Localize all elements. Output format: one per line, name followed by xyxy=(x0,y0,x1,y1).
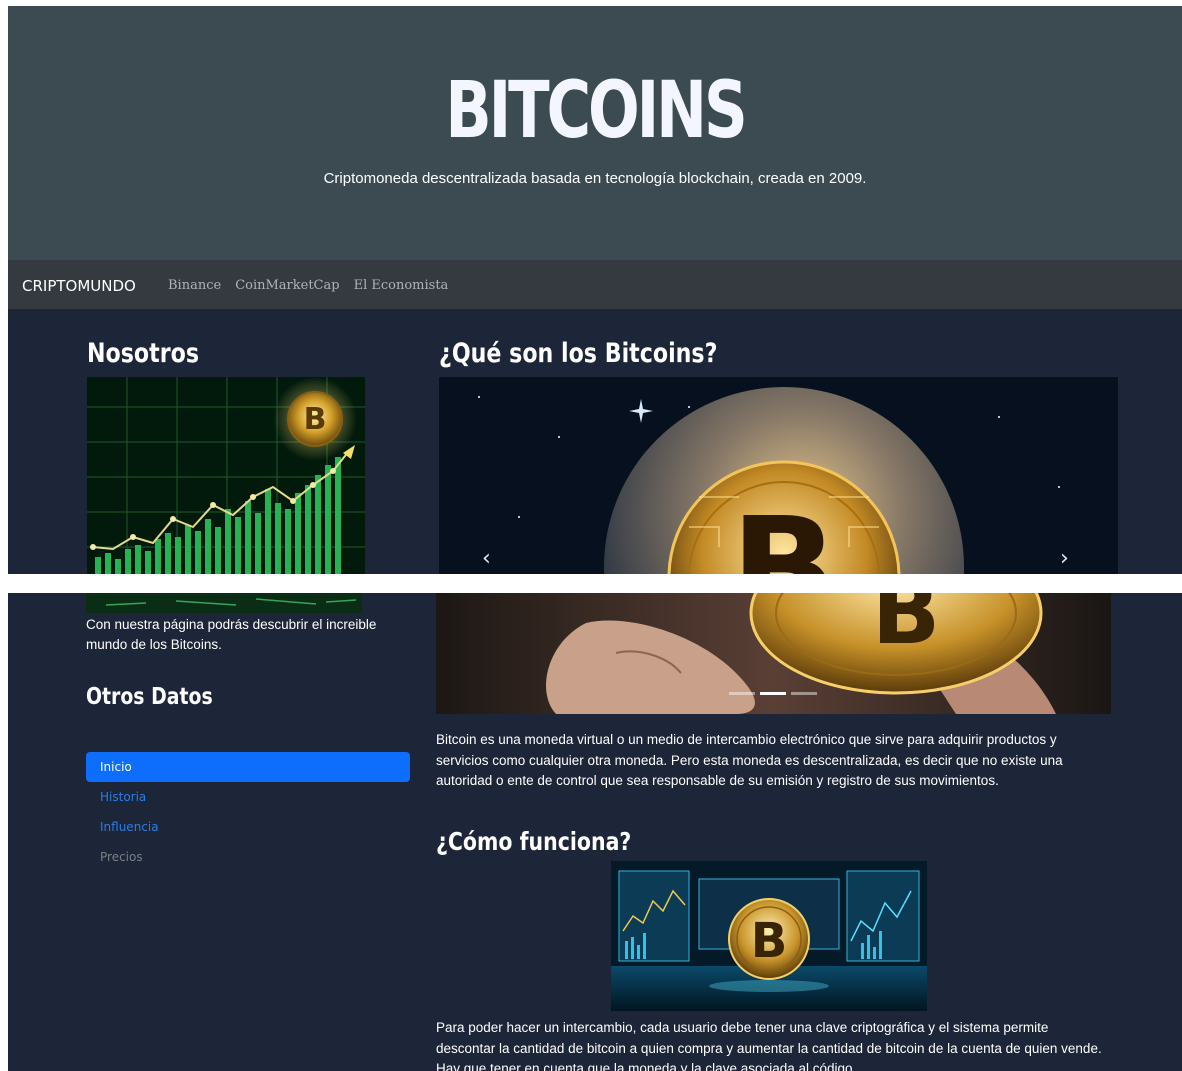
nosotros-title: Nosotros xyxy=(87,338,200,369)
svg-text:B: B xyxy=(751,913,788,969)
otros-datos-title: Otros Datos xyxy=(86,684,213,710)
chevron-right-icon[interactable]: › xyxy=(1060,546,1069,571)
svg-text:B: B xyxy=(304,402,327,437)
page-top-section: BITCOINS Criptomoneda descentralizada ba… xyxy=(8,6,1182,574)
hero-title: BITCOINS xyxy=(445,66,747,156)
carousel-indicator-3[interactable] xyxy=(791,692,817,695)
carousel-indicator-1[interactable] xyxy=(729,692,755,695)
nav-link-coinmarketcap[interactable]: CoinMarketCap xyxy=(235,278,339,293)
carousel-indicator-2[interactable] xyxy=(760,692,786,695)
carousel-slide-image-bottom: B xyxy=(436,593,1111,714)
page-bottom-section: Con nuestra página podrás descubrir el i… xyxy=(8,593,1182,1071)
hero-banner: BITCOINS Criptomoneda descentralizada ba… xyxy=(8,6,1182,260)
hero-subtitle: Criptomoneda descentralizada basada en t… xyxy=(323,170,867,187)
navbar-links: Binance CoinMarketCap El Economista xyxy=(168,278,448,293)
svg-text:B: B xyxy=(872,593,941,665)
que-son-text: Bitcoin es una moneda virtual o un medio… xyxy=(436,732,1063,788)
svg-text:B: B xyxy=(731,488,838,574)
como-funciona-title: ¿Cómo funciona? xyxy=(436,827,632,856)
navbar: CRIPTOMUNDO Binance CoinMarketCap El Eco… xyxy=(8,260,1182,309)
carousel-slide-image: B xyxy=(439,377,1118,574)
como-funciona-text: Para poder hacer un intercambio, cada us… xyxy=(436,1020,1102,1071)
que-son-title: ¿Qué son los Bitcoins? xyxy=(439,338,718,369)
bitcoin-growth-image-bottom xyxy=(86,593,362,613)
nav-link-binance[interactable]: Binance xyxy=(168,278,221,293)
carousel-indicators xyxy=(729,692,817,695)
bitcoin-growth-image: B xyxy=(87,377,365,574)
nosotros-text: Con nuestra página podrás descubrir el i… xyxy=(86,617,377,652)
navbar-brand[interactable]: CRIPTOMUNDO xyxy=(22,277,136,295)
nav-link-el-economista[interactable]: El Economista xyxy=(354,278,449,293)
otros-datos-list: Inicio Historia Influencia Precios xyxy=(86,752,410,872)
chevron-left-icon[interactable]: ‹ xyxy=(482,546,491,571)
list-item-precios[interactable]: Precios xyxy=(86,842,410,872)
list-item-inicio[interactable]: Inicio xyxy=(86,752,410,782)
list-item-historia[interactable]: Historia xyxy=(86,782,410,812)
list-item-influencia[interactable]: Influencia xyxy=(86,812,410,842)
bitcoin-trading-image: B xyxy=(611,861,927,1011)
